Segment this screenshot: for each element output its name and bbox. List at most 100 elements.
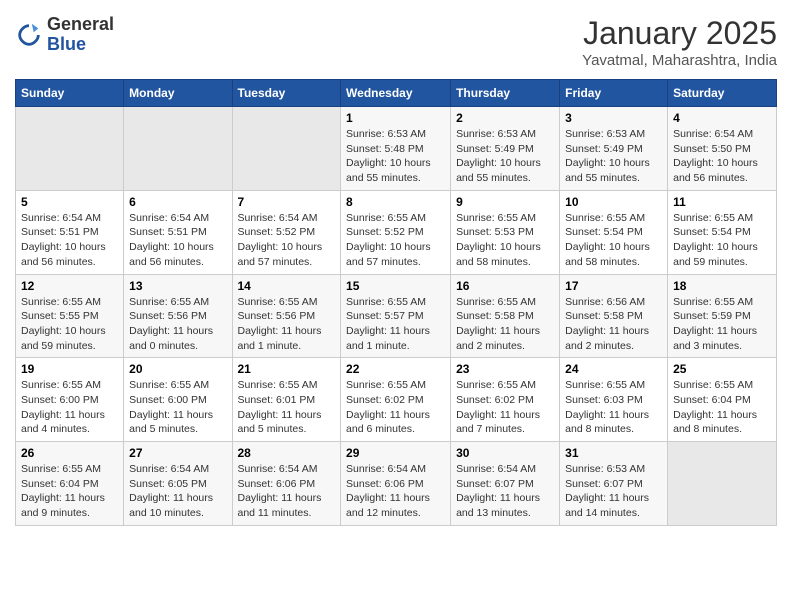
calendar-day-cell: 10Sunrise: 6:55 AMSunset: 5:54 PMDayligh… xyxy=(560,190,668,274)
calendar-day-cell: 5 Sunrise: 6:54 AMSunset: 5:51 PMDaylight… xyxy=(16,190,124,274)
calendar-day-cell: 13Sunrise: 6:55 AMSunset: 5:56 PMDayligh… xyxy=(124,274,232,358)
day-number: 31 xyxy=(565,446,662,460)
page-header: General Blue January 2025 Yavatmal, Maha… xyxy=(15,15,777,69)
calendar-day-cell: 18 Sunrise: 6:55 AMSunset: 5:59 PMDayligh… xyxy=(668,274,777,358)
calendar-week-row: 12Sunrise: 6:55 AMSunset: 5:55 PMDayligh… xyxy=(16,274,777,358)
day-number: 8 xyxy=(346,195,445,209)
calendar-header: SundayMondayTuesdayWednesdayThursdayFrid… xyxy=(16,80,777,107)
calendar-week-row: 19 Sunrise: 6:55 AMSunset: 6:00 PMDayligh… xyxy=(16,358,777,442)
day-number: 19 xyxy=(21,362,118,376)
day-info: Sunrise: 6:54 AMSunset: 6:06 PMDaylight:… xyxy=(238,462,336,521)
day-number: 21 xyxy=(238,362,336,376)
logo-icon xyxy=(15,21,43,49)
day-number: 27 xyxy=(129,446,226,460)
calendar-day-cell: 3 Sunrise: 6:53 AMSunset: 5:49 PMDaylight… xyxy=(560,107,668,191)
calendar-day-cell: 8 Sunrise: 6:55 AMSunset: 5:52 PMDaylight… xyxy=(341,190,451,274)
day-number: 16 xyxy=(456,279,554,293)
calendar-day-cell: 9Sunrise: 6:55 AMSunset: 5:53 PMDaylight… xyxy=(451,190,560,274)
day-info: Sunrise: 6:53 AMSunset: 5:48 PMDaylight:… xyxy=(346,127,445,186)
calendar-day-cell: 25 Sunrise: 6:55 AMSunset: 6:04 PMDayligh… xyxy=(668,358,777,442)
day-info: Sunrise: 6:55 AMSunset: 6:02 PMDaylight:… xyxy=(346,378,445,437)
day-number: 24 xyxy=(565,362,662,376)
day-number: 29 xyxy=(346,446,445,460)
day-number: 18 xyxy=(673,279,771,293)
day-info: Sunrise: 6:54 AMSunset: 5:51 PMDaylight:… xyxy=(129,211,226,270)
day-number: 14 xyxy=(238,279,336,293)
day-number: 30 xyxy=(456,446,554,460)
day-number: 25 xyxy=(673,362,771,376)
day-info: Sunrise: 6:55 AMSunset: 5:52 PMDaylight:… xyxy=(346,211,445,270)
day-info: Sunrise: 6:55 AMSunset: 6:01 PMDaylight:… xyxy=(238,378,336,437)
calendar-day-cell: 6 Sunrise: 6:54 AMSunset: 5:51 PMDaylight… xyxy=(124,190,232,274)
calendar-day-cell: 15Sunrise: 6:55 AMSunset: 5:57 PMDayligh… xyxy=(341,274,451,358)
day-info: Sunrise: 6:55 AMSunset: 5:56 PMDaylight:… xyxy=(238,295,336,354)
day-info: Sunrise: 6:53 AMSunset: 5:49 PMDaylight:… xyxy=(565,127,662,186)
day-info: Sunrise: 6:54 AMSunset: 6:07 PMDaylight:… xyxy=(456,462,554,521)
calendar-day-cell: 19 Sunrise: 6:55 AMSunset: 6:00 PMDayligh… xyxy=(16,358,124,442)
day-info: Sunrise: 6:55 AMSunset: 5:54 PMDaylight:… xyxy=(673,211,771,270)
day-info: Sunrise: 6:54 AMSunset: 6:05 PMDaylight:… xyxy=(129,462,226,521)
day-info: Sunrise: 6:55 AMSunset: 5:55 PMDaylight:… xyxy=(21,295,118,354)
day-info: Sunrise: 6:55 AMSunset: 5:59 PMDaylight:… xyxy=(673,295,771,354)
day-number: 23 xyxy=(456,362,554,376)
day-info: Sunrise: 6:55 AMSunset: 5:57 PMDaylight:… xyxy=(346,295,445,354)
calendar-day-cell: 20 Sunrise: 6:55 AMSunset: 6:00 PMDayligh… xyxy=(124,358,232,442)
day-info: Sunrise: 6:56 AMSunset: 5:58 PMDaylight:… xyxy=(565,295,662,354)
calendar-day-cell: 2 Sunrise: 6:53 AMSunset: 5:49 PMDaylight… xyxy=(451,107,560,191)
day-number: 3 xyxy=(565,111,662,125)
day-number: 17 xyxy=(565,279,662,293)
day-of-week-header: Monday xyxy=(124,80,232,107)
day-of-week-header: Wednesday xyxy=(341,80,451,107)
calendar-day-cell: 11 Sunrise: 6:55 AMSunset: 5:54 PMDayligh… xyxy=(668,190,777,274)
calendar-body: 1 Sunrise: 6:53 AMSunset: 5:48 PMDaylight… xyxy=(16,107,777,526)
calendar-day-cell xyxy=(124,107,232,191)
day-number: 1 xyxy=(346,111,445,125)
calendar-day-cell: 22 Sunrise: 6:55 AMSunset: 6:02 PMDayligh… xyxy=(341,358,451,442)
day-number: 11 xyxy=(673,195,771,209)
day-of-week-header: Sunday xyxy=(16,80,124,107)
day-of-week-header: Thursday xyxy=(451,80,560,107)
day-info: Sunrise: 6:55 AMSunset: 6:02 PMDaylight:… xyxy=(456,378,554,437)
calendar-day-cell xyxy=(668,442,777,526)
day-info: Sunrise: 6:54 AMSunset: 6:06 PMDaylight:… xyxy=(346,462,445,521)
day-number: 6 xyxy=(129,195,226,209)
day-number: 5 xyxy=(21,195,118,209)
calendar-day-cell: 24Sunrise: 6:55 AMSunset: 6:03 PMDayligh… xyxy=(560,358,668,442)
calendar-day-cell: 12Sunrise: 6:55 AMSunset: 5:55 PMDayligh… xyxy=(16,274,124,358)
month-title: January 2025 xyxy=(582,15,777,52)
day-number: 26 xyxy=(21,446,118,460)
day-number: 13 xyxy=(129,279,226,293)
day-number: 22 xyxy=(346,362,445,376)
day-info: Sunrise: 6:54 AMSunset: 5:51 PMDaylight:… xyxy=(21,211,118,270)
day-number: 20 xyxy=(129,362,226,376)
calendar-day-cell: 17 Sunrise: 6:56 AMSunset: 5:58 PMDayligh… xyxy=(560,274,668,358)
calendar-day-cell: 26 Sunrise: 6:55 AMSunset: 6:04 PMDayligh… xyxy=(16,442,124,526)
day-info: Sunrise: 6:55 AMSunset: 5:58 PMDaylight:… xyxy=(456,295,554,354)
calendar-day-cell: 16 Sunrise: 6:55 AMSunset: 5:58 PMDayligh… xyxy=(451,274,560,358)
calendar-day-cell: 30 Sunrise: 6:54 AMSunset: 6:07 PMDayligh… xyxy=(451,442,560,526)
day-of-week-header: Saturday xyxy=(668,80,777,107)
calendar-day-cell: 23 Sunrise: 6:55 AMSunset: 6:02 PMDayligh… xyxy=(451,358,560,442)
logo-text: General Blue xyxy=(47,15,114,55)
day-number: 28 xyxy=(238,446,336,460)
location-title: Yavatmal, Maharashtra, India xyxy=(582,52,777,69)
day-info: Sunrise: 6:55 AMSunset: 6:00 PMDaylight:… xyxy=(129,378,226,437)
day-info: Sunrise: 6:54 AMSunset: 5:50 PMDaylight:… xyxy=(673,127,771,186)
day-info: Sunrise: 6:53 AMSunset: 5:49 PMDaylight:… xyxy=(456,127,554,186)
day-info: Sunrise: 6:55 AMSunset: 6:04 PMDaylight:… xyxy=(673,378,771,437)
day-info: Sunrise: 6:55 AMSunset: 6:00 PMDaylight:… xyxy=(21,378,118,437)
calendar-day-cell: 1 Sunrise: 6:53 AMSunset: 5:48 PMDaylight… xyxy=(341,107,451,191)
day-number: 2 xyxy=(456,111,554,125)
day-info: Sunrise: 6:53 AMSunset: 6:07 PMDaylight:… xyxy=(565,462,662,521)
calendar-day-cell: 7Sunrise: 6:54 AMSunset: 5:52 PMDaylight… xyxy=(232,190,341,274)
calendar-week-row: 1 Sunrise: 6:53 AMSunset: 5:48 PMDaylight… xyxy=(16,107,777,191)
day-number: 9 xyxy=(456,195,554,209)
day-info: Sunrise: 6:54 AMSunset: 5:52 PMDaylight:… xyxy=(238,211,336,270)
calendar-day-cell: 31 Sunrise: 6:53 AMSunset: 6:07 PMDayligh… xyxy=(560,442,668,526)
calendar-week-row: 5 Sunrise: 6:54 AMSunset: 5:51 PMDaylight… xyxy=(16,190,777,274)
calendar-table: SundayMondayTuesdayWednesdayThursdayFrid… xyxy=(15,79,777,526)
calendar-day-cell: 21 Sunrise: 6:55 AMSunset: 6:01 PMDayligh… xyxy=(232,358,341,442)
day-of-week-header: Tuesday xyxy=(232,80,341,107)
day-info: Sunrise: 6:55 AMSunset: 6:04 PMDaylight:… xyxy=(21,462,118,521)
day-of-week-header: Friday xyxy=(560,80,668,107)
